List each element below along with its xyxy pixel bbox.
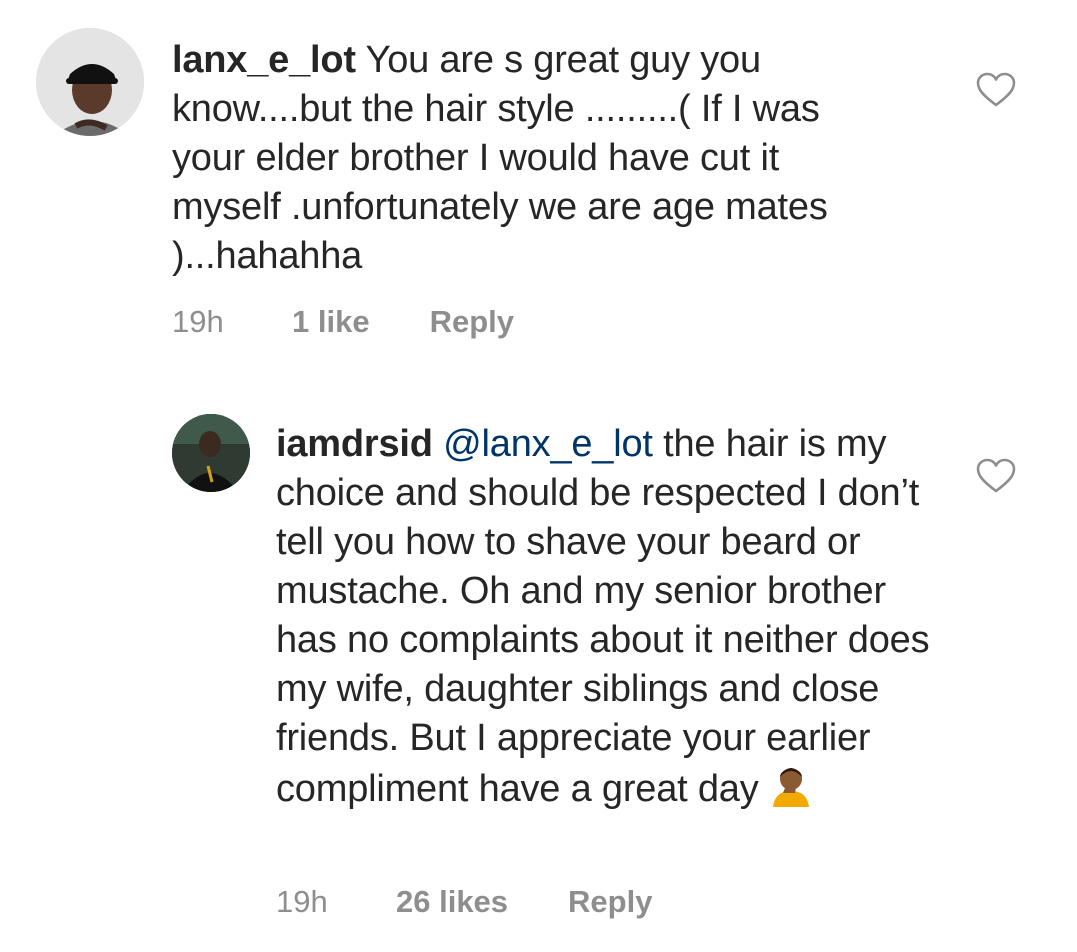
comment-meta: 19h 26 likes Reply — [276, 884, 652, 920]
comment-likes-count[interactable]: 1 like — [292, 304, 370, 340]
comment-username[interactable]: iamdrsid — [276, 423, 433, 465]
comment-likes-count[interactable]: 26 likes — [396, 884, 508, 920]
comment-username[interactable]: lanx_e_lot — [172, 39, 356, 81]
heart-icon[interactable] — [976, 458, 1016, 494]
reply-button[interactable]: Reply — [568, 884, 652, 920]
comment-timestamp: 19h — [172, 304, 224, 339]
avatar[interactable] — [36, 28, 144, 136]
comment-text: lanx_e_lot You are s great guy you know.… — [172, 36, 892, 281]
facepalm-emoji-icon — [769, 763, 813, 807]
comment-iamdrsid: iamdrsid @lanx_e_lot the hair is my choi… — [172, 412, 1046, 932]
comment-body: the hair is my choice and should be resp… — [276, 423, 930, 810]
comment-text: iamdrsid @lanx_e_lot the hair is my choi… — [276, 420, 956, 814]
reply-button[interactable]: Reply — [430, 304, 514, 340]
comment-meta: 19h 1 like Reply — [172, 304, 514, 340]
user-avatar-icon — [172, 414, 250, 492]
comment-timestamp: 19h — [276, 884, 328, 919]
user-avatar-icon — [36, 28, 144, 136]
mention-link[interactable]: @lanx_e_lot — [443, 423, 653, 465]
heart-icon[interactable] — [976, 72, 1016, 108]
avatar[interactable] — [172, 414, 250, 492]
comment-lanx-e-lot: lanx_e_lot You are s great guy you know.… — [36, 28, 1046, 348]
